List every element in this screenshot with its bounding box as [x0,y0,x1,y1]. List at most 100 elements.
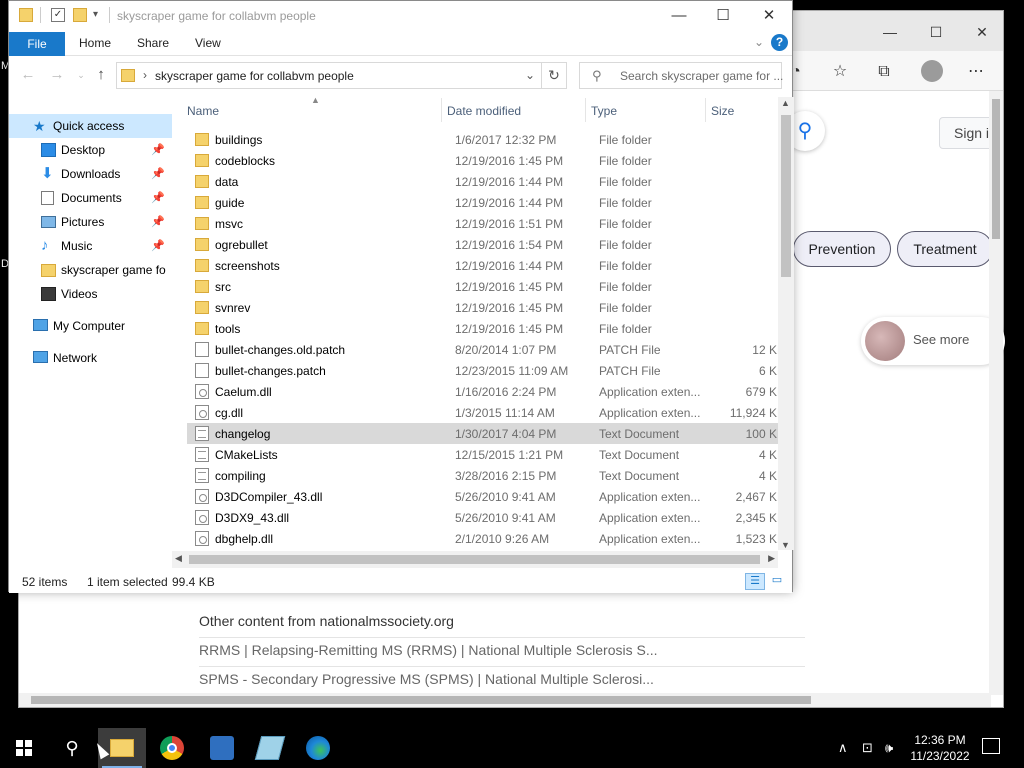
chevron-down-icon[interactable]: ⌄ [525,68,535,82]
details-view-icon[interactable]: ☰ [745,573,765,590]
show-hidden-icons-icon[interactable]: ∧ [838,728,848,768]
horizontal-scrollbar[interactable]: ◀ ▶ [172,551,778,568]
expand-ribbon-icon[interactable]: ⌄ [754,35,764,49]
clock[interactable]: 12:36 PM 11/23/2022 [906,732,974,764]
vertical-scrollbar[interactable]: ▲ ▼ [778,97,794,550]
new-folder-icon[interactable] [73,8,87,22]
close-icon[interactable]: ✕ [971,23,993,41]
edge-taskbar-button[interactable] [294,728,342,768]
properties-icon[interactable]: ✓ [51,8,65,22]
nav-quick-access[interactable]: ★ Quick access [9,114,172,138]
tab-file[interactable]: File [9,32,65,56]
column-name[interactable]: Name [187,104,219,118]
nav-pictures[interactable]: Pictures 📌 [9,210,172,234]
browser-horizontal-scrollbar[interactable] [19,693,991,707]
nav-videos[interactable]: Videos [9,282,172,306]
table-row[interactable]: ogrebullet 12/19/2016 1:54 PM File folder [187,234,778,255]
start-button[interactable] [0,728,48,768]
scroll-thumb[interactable] [992,99,1000,239]
refresh-button[interactable]: ↻ [541,62,567,89]
table-row[interactable]: D3DCompiler_43.dll 5/26/2010 9:41 AM Appli… [187,486,778,507]
table-row[interactable]: Caelum.dll 1/16/2016 2:24 PM Application e… [187,381,778,402]
app-taskbar-button[interactable] [198,728,246,768]
profile-avatar[interactable] [921,60,943,82]
nav-documents[interactable]: Documents 📌 [9,186,172,210]
network-icon[interactable]: ⊡ [862,728,873,768]
collections-icon[interactable]: ⧉ [871,61,897,83]
address-bar[interactable]: › skyscraper game for collabvm people ⌄ [116,62,542,89]
scroll-left-icon[interactable]: ◀ [175,553,182,564]
up-icon[interactable]: ↑ [91,66,111,84]
search-icon[interactable]: ⚲ [48,728,96,768]
nav-skyscraper-folder[interactable]: skyscraper game fo [9,258,172,282]
column-divider[interactable] [585,98,586,122]
chrome-taskbar-button[interactable] [148,728,196,768]
table-row[interactable]: msvc 12/19/2016 1:51 PM File folder [187,213,778,234]
scroll-thumb[interactable] [781,115,791,277]
table-row[interactable]: src 12/19/2016 1:45 PM File folder [187,276,778,297]
table-row[interactable]: screenshots 12/19/2016 1:44 PM File folder [187,255,778,276]
table-row[interactable]: buildings 1/6/2017 12:32 PM File folder [187,129,778,150]
column-size[interactable]: Size [711,104,734,118]
result-link[interactable]: SPMS - Secondary Progressive MS (SPMS) |… [199,671,654,687]
forward-icon[interactable]: → [47,66,67,84]
favorites-icon[interactable]: ☆ [827,61,853,83]
folder-icon [195,259,209,272]
table-row[interactable]: compiling 3/28/2016 2:15 PM Text Document 4… [187,465,778,486]
tab-view[interactable]: View [195,36,221,50]
table-row[interactable]: changelog 1/30/2017 4:04 PM Text Document 1… [187,423,778,444]
table-row[interactable]: CMakeLists 12/15/2015 1:21 PM Text Documen… [187,444,778,465]
table-row[interactable]: guide 12/19/2016 1:44 PM File folder [187,192,778,213]
volume-icon[interactable]: 🕪 [885,728,893,768]
nav-my-computer[interactable]: My Computer [9,314,172,338]
nav-desktop[interactable]: Desktop 📌 [9,138,172,162]
file-date-modified: 3/28/2016 2:15 PM [455,469,557,483]
large-icons-view-icon[interactable]: ▭ [767,573,787,590]
back-icon[interactable]: ← [18,66,38,84]
file-name: msvc [215,217,243,231]
column-divider[interactable] [705,98,706,122]
table-row[interactable]: D3DX9_43.dll 5/26/2010 9:41 AM Application… [187,507,778,528]
table-row[interactable]: bullet-changes.old.patch 8/20/2014 1:07 P… [187,339,778,360]
chip-treatment[interactable]: Treatment [897,231,993,267]
customize-quick-access-icon[interactable]: ▾ [93,9,98,20]
close-icon[interactable]: ✕ [747,5,791,27]
table-row[interactable]: tools 12/19/2016 1:45 PM File folder [187,318,778,339]
recent-locations-icon[interactable]: ⌄ [71,66,91,84]
minimize-icon[interactable]: — [657,5,701,27]
maximize-icon[interactable]: ☐ [701,5,745,27]
column-type[interactable]: Type [591,104,617,118]
scroll-right-icon[interactable]: ▶ [768,553,775,564]
more-icon[interactable]: ⋯ [963,61,989,83]
maximize-icon[interactable]: ☐ [925,23,947,41]
help-button[interactable]: ? [771,34,788,51]
table-row[interactable]: data 12/19/2016 1:44 PM File folder [187,171,778,192]
minimize-icon[interactable]: — [879,23,901,41]
tab-home[interactable]: Home [79,36,111,50]
browser-vertical-scrollbar[interactable] [989,91,1003,695]
scroll-thumb[interactable] [189,555,760,564]
search-input[interactable]: ⚲ Search skyscraper game for ... [579,62,784,89]
nav-network[interactable]: Network [9,346,172,370]
address-text[interactable]: skyscraper game for collabvm people [155,69,354,83]
tab-share[interactable]: Share [137,36,169,50]
table-row[interactable]: dbghelp.dll 2/1/2010 9:26 AM Application e… [187,528,778,549]
table-row[interactable]: bullet-changes.patch 12/23/2015 11:09 AM P… [187,360,778,381]
result-link[interactable]: RRMS | Relapsing-Remitting MS (RRMS) | N… [199,642,658,658]
scroll-up-icon[interactable]: ▲ [781,98,790,108]
see-more-button[interactable]: See more [861,317,1005,365]
nav-downloads[interactable]: ⬇ Downloads 📌 [9,162,172,186]
column-date-modified[interactable]: Date modified [447,104,521,118]
table-row[interactable]: codeblocks 12/19/2016 1:45 PM File folder [187,150,778,171]
table-row[interactable]: cg.dll 1/3/2015 11:14 AM Application exten… [187,402,778,423]
notepad-taskbar-button[interactable] [246,728,294,768]
table-row[interactable]: svnrev 12/19/2016 1:45 PM File folder [187,297,778,318]
scroll-thumb[interactable] [31,696,811,704]
chip-prevention[interactable]: Prevention [793,231,891,267]
chevron-right-icon[interactable]: › [143,68,147,82]
notifications-icon[interactable] [982,738,1000,754]
search-placeholder: Search skyscraper game for ... [620,69,784,83]
nav-music[interactable]: ♪ Music 📌 [9,234,172,258]
scroll-down-icon[interactable]: ▼ [781,540,790,550]
column-divider[interactable] [441,98,442,122]
